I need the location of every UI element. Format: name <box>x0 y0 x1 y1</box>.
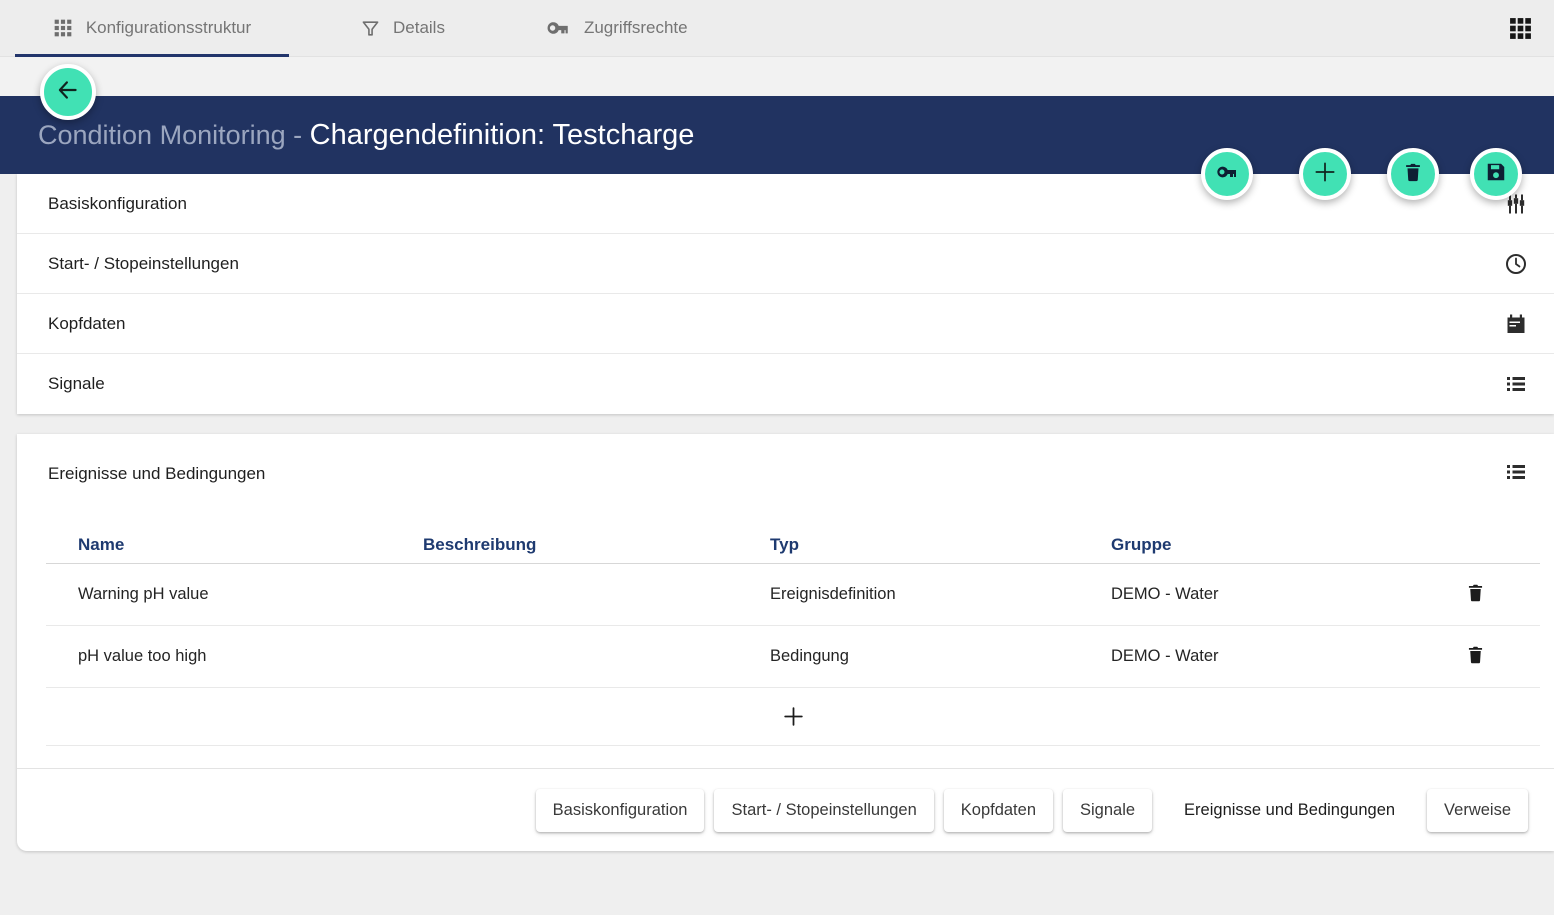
section-row-signale[interactable]: Signale <box>17 354 1554 414</box>
card-gap <box>0 414 1554 434</box>
grid-icon <box>53 18 73 38</box>
events-table: Name Beschreibung Typ Gruppe Warning pH … <box>46 526 1540 746</box>
calendar-icon <box>1504 312 1528 336</box>
events-card: Ereignisse und Bedingungen Name Beschrei… <box>17 434 1554 851</box>
column-header-typ: Typ <box>738 535 1079 555</box>
column-header-beschreibung: Beschreibung <box>391 535 738 555</box>
list-icon <box>1504 460 1528 489</box>
top-tab-bar: Konfigurationsstruktur Details Zugriffsr… <box>0 0 1554 57</box>
add-button[interactable] <box>1299 148 1351 200</box>
app-window: Konfigurationsstruktur Details Zugriffsr… <box>0 0 1554 915</box>
footer-gap <box>17 746 1554 768</box>
cell-typ: Ereignisdefinition <box>738 585 1079 604</box>
key-icon <box>1215 160 1239 189</box>
filter-icon <box>361 19 380 38</box>
bottom-strip <box>0 851 1554 863</box>
back-button[interactable] <box>40 64 96 120</box>
cell-gruppe: DEMO - Water <box>1079 647 1409 666</box>
section-label: Kopfdaten <box>48 314 1504 334</box>
row-delete-button[interactable] <box>1465 644 1486 670</box>
tabbar-spacer <box>698 0 1492 56</box>
config-sections-card: Basiskonfiguration Start- / Stopeinstell… <box>17 174 1554 414</box>
plus-icon <box>1312 159 1338 190</box>
tab-details[interactable]: Details <box>351 0 455 56</box>
footer-button-ereignisse-und-bedingungen[interactable]: Ereignisse und Bedingungen <box>1162 789 1417 832</box>
section-label: Start- / Stopeinstellungen <box>48 254 1504 274</box>
trash-icon <box>1402 161 1424 188</box>
footer-button-start-stop[interactable]: Start- / Stopeinstellungen <box>714 789 933 832</box>
tab-label: Details <box>393 18 445 38</box>
tab-konfigurationsstruktur[interactable]: Konfigurationsstruktur <box>15 0 289 56</box>
table-row[interactable]: Warning pH value Ereignisdefinition DEMO… <box>46 564 1540 626</box>
trash-icon <box>1465 644 1486 670</box>
section-row-kopfdaten[interactable]: Kopfdaten <box>17 294 1554 354</box>
row-delete-button[interactable] <box>1465 582 1486 608</box>
save-icon <box>1485 161 1507 188</box>
table-row[interactable]: pH value too high Bedingung DEMO - Water <box>46 626 1540 688</box>
key-icon <box>545 15 571 41</box>
events-section-header[interactable]: Ereignisse und Bedingungen <box>17 434 1554 498</box>
tab-label: Konfigurationsstruktur <box>86 18 251 38</box>
section-nav-footer: Basiskonfiguration Start- / Stopeinstell… <box>17 768 1554 851</box>
tab-label: Zugriffsrechte <box>584 18 688 38</box>
section-row-start-stop[interactable]: Start- / Stopeinstellungen <box>17 234 1554 294</box>
header-gap-strip <box>0 57 1554 96</box>
delete-button[interactable] <box>1387 148 1439 200</box>
page-title: Chargendefinition: Testcharge <box>310 119 695 152</box>
trash-icon <box>1465 582 1486 608</box>
cell-name: Warning pH value <box>46 585 391 604</box>
events-section-title: Ereignisse und Bedingungen <box>48 464 1504 484</box>
arrow-left-icon <box>55 77 81 108</box>
column-header-gruppe: Gruppe <box>1079 535 1409 555</box>
clock-icon <box>1504 252 1528 276</box>
events-table-header-row: Name Beschreibung Typ Gruppe <box>46 526 1540 564</box>
footer-button-kopfdaten[interactable]: Kopfdaten <box>944 789 1053 832</box>
plus-icon <box>781 704 806 729</box>
add-row-button[interactable] <box>46 688 1540 746</box>
cell-typ: Bedingung <box>738 647 1079 666</box>
cell-gruppe: DEMO - Water <box>1079 585 1409 604</box>
page-title-prefix: Condition Monitoring - <box>38 120 310 151</box>
permissions-button[interactable] <box>1201 148 1253 200</box>
section-label: Basiskonfiguration <box>48 194 1504 214</box>
save-button[interactable] <box>1470 148 1522 200</box>
apps-grid-icon[interactable] <box>1492 0 1548 56</box>
footer-button-signale[interactable]: Signale <box>1063 789 1152 832</box>
column-header-name: Name <box>46 535 391 555</box>
tab-zugriffsrechte[interactable]: Zugriffsrechte <box>535 0 698 56</box>
footer-button-basiskonfiguration[interactable]: Basiskonfiguration <box>536 789 705 832</box>
cell-name: pH value too high <box>46 647 391 666</box>
footer-button-verweise[interactable]: Verweise <box>1427 789 1528 832</box>
section-label: Signale <box>48 374 1504 394</box>
list-icon <box>1504 372 1528 396</box>
